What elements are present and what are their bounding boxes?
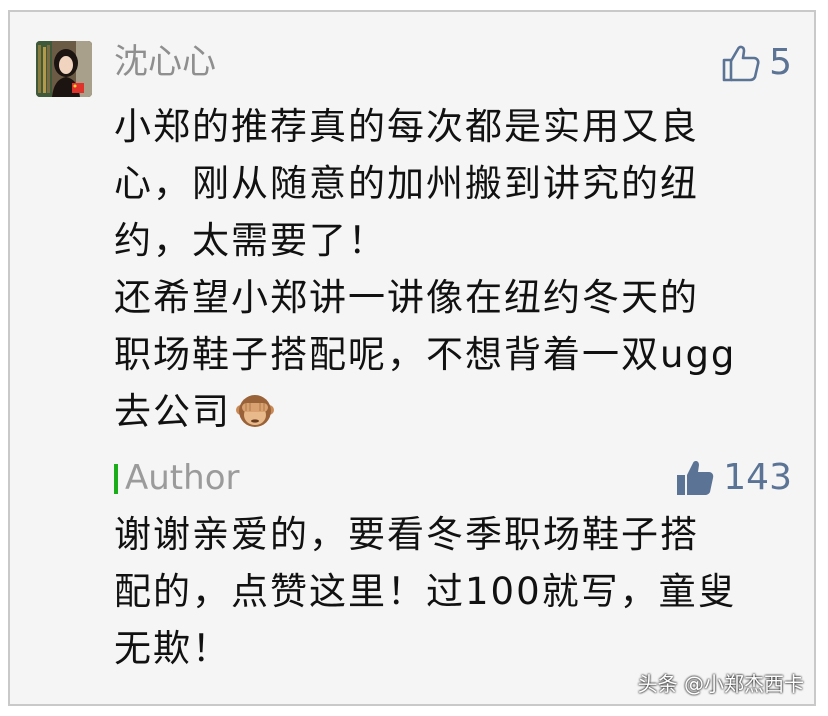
comment-line: 心，刚从随意的加州搬到讲究的纽 [114, 162, 699, 205]
avatar-photo [36, 41, 92, 97]
see-no-evil-monkey-icon [235, 389, 275, 429]
reply-line: 谢谢亲爱的，要看冬季职场鞋子搭 [114, 513, 699, 556]
comment-line: 小郑的推荐真的每次都是实用又良 [114, 105, 699, 148]
comment-line: 职场鞋子搭配呢，不想背着一双ugg [114, 333, 737, 376]
reply-line: 无欺！ [114, 627, 231, 670]
comment-card: 沈心心 5 小郑的推荐真的每次都是实用又良 心，刚从随意的加州搬到讲究的纽 约，… [8, 10, 816, 706]
reply-like-count: 143 [723, 457, 792, 498]
comment-like-button[interactable]: 5 [721, 41, 792, 85]
thumbs-up-filled-icon [677, 460, 714, 495]
thumbs-up-outline-icon [722, 45, 760, 82]
comment-line: 还希望小郑讲一讲像在纽约冬天的 [114, 276, 699, 319]
reply-author-label: Author [125, 458, 240, 498]
comment-like-count: 5 [769, 42, 792, 83]
reply-text: 谢谢亲爱的，要看冬季职场鞋子搭 配的，点赞这里！过100就写，童叟 无欺！ [114, 506, 804, 677]
commenter-name[interactable]: 沈心心 [114, 40, 216, 84]
comment-line: 去公司 [114, 390, 231, 433]
watermark: 头条 @小郑杰西卡 [637, 672, 804, 696]
comment-last-line: 去公司 [114, 383, 804, 440]
reply-line: 配的，点赞这里！过100就写，童叟 [114, 570, 737, 613]
reply-like-button[interactable]: 143 [675, 456, 792, 500]
author-reply-marker [114, 464, 118, 494]
user-avatar[interactable] [36, 41, 92, 97]
comment-text: 小郑的推荐真的每次都是实用又良 心，刚从随意的加州搬到讲究的纽 约，太需要了！ … [114, 98, 804, 440]
comment-line: 约，太需要了！ [114, 219, 387, 262]
